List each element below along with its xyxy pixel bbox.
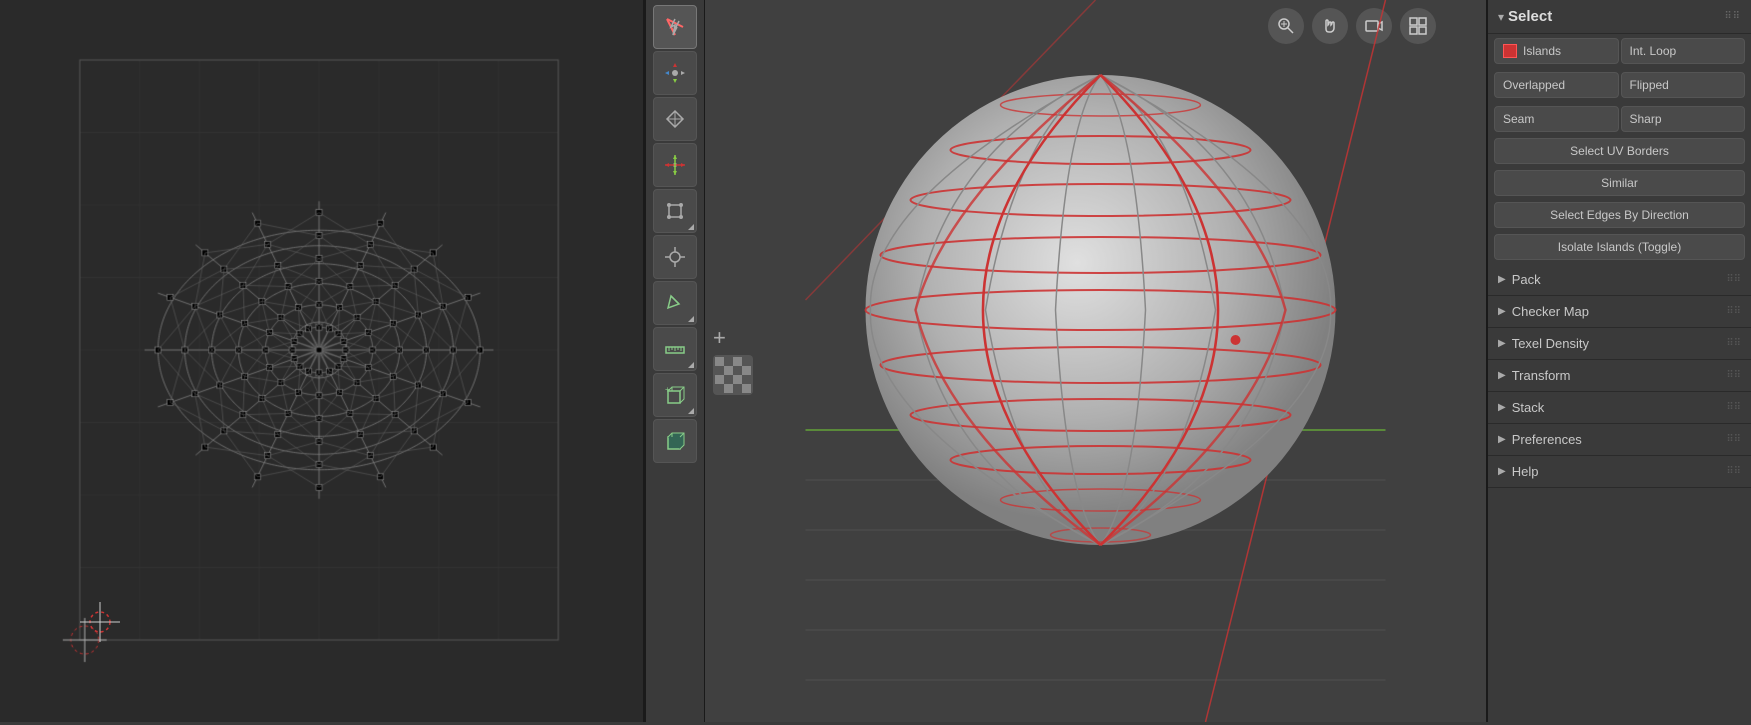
select-title: Select [1508,8,1724,25]
sharp-label: Sharp [1630,112,1662,126]
scale-tool[interactable] [653,143,697,187]
collapse-dots: ⠿⠿ [1726,306,1741,317]
add-button[interactable]: + [713,325,726,351]
uv-borders-container: Select UV Borders [1488,136,1751,168]
toolbar: + [645,0,705,722]
select-edges-direction-btn[interactable]: Select Edges By Direction [1494,202,1745,228]
collapse-chevron: ▶ [1498,402,1506,413]
overlapped-btn[interactable]: Overlapped [1494,72,1619,98]
select-chevron: ▾ [1498,10,1504,24]
select-row-2: Overlapped Flipped [1488,68,1751,102]
collapse-title-texel-density-section: Texel Density [1512,336,1721,351]
move-tool[interactable] [653,51,697,95]
collapse-chevron: ▶ [1498,466,1506,477]
collapse-dots: ⠿⠿ [1726,274,1741,285]
collapse-chevron: ▶ [1498,338,1506,349]
viewport-3d[interactable]: + [705,0,1486,722]
islands-icon [1503,44,1517,58]
seam-label: Seam [1503,112,1534,126]
cursor-tool[interactable] [653,5,697,49]
collapse-chevron: ▶ [1498,370,1506,381]
collapse-dots: ⠿⠿ [1726,338,1741,349]
select-dots: ⠿⠿ [1724,11,1741,22]
select-uv-borders-btn[interactable]: Select UV Borders [1494,138,1745,164]
ruler-tool[interactable] [653,327,697,371]
flipped-btn[interactable]: Flipped [1621,72,1746,98]
texel-density-section[interactable]: ▶ Texel Density ⠿⠿ [1488,328,1751,360]
islands-label: Islands [1523,44,1561,58]
similar-btn[interactable]: Similar [1494,170,1745,196]
collapse-title-transform-section: Transform [1512,368,1721,383]
svg-text:+: + [665,385,670,394]
collapse-title-stack-section: Stack [1512,400,1721,415]
annotate-tool[interactable] [653,281,697,325]
help-section[interactable]: ▶ Help ⠿⠿ [1488,456,1751,488]
stack-section[interactable]: ▶ Stack ⠿⠿ [1488,392,1751,424]
flipped-label: Flipped [1630,78,1669,92]
similar-container: Similar [1488,168,1751,200]
right-panel: ▾ Select ⠿⠿ Islands Int. Loop Overlapped… [1486,0,1751,722]
crosshair [80,602,120,642]
edges-direction-container: Select Edges By Direction [1488,200,1751,232]
collapse-chevron: ▶ [1498,434,1506,445]
select-section-header[interactable]: ▾ Select ⠿⠿ [1488,0,1751,34]
collapse-dots: ⠿⠿ [1726,466,1741,477]
transform-section[interactable]: ▶ Transform ⠿⠿ [1488,360,1751,392]
sphere-3d [705,0,1486,722]
collapse-dots: ⠿⠿ [1726,370,1741,381]
collapse-title-preferences-section: Preferences [1512,432,1721,447]
isolate-islands-container: Isolate Islands (Toggle) [1488,232,1751,264]
collapse-dots: ⠿⠿ [1726,402,1741,413]
pack-section[interactable]: ▶ Pack ⠿⠿ [1488,264,1751,296]
collapse-title-checker-map-section: Checker Map [1512,304,1721,319]
rotate-tool[interactable] [653,97,697,141]
transform-tool[interactable] [653,189,697,233]
collapse-title-help-section: Help [1512,464,1721,479]
int-loop-label: Int. Loop [1630,44,1677,58]
uv-editor-panel [0,0,645,722]
collapse-chevron: ▶ [1498,274,1506,285]
preferences-section[interactable]: ▶ Preferences ⠿⠿ [1488,424,1751,456]
cube-solid-tool[interactable] [653,419,697,463]
overlapped-label: Overlapped [1503,78,1565,92]
isolate-islands-btn[interactable]: Isolate Islands (Toggle) [1494,234,1745,260]
collapse-chevron: ▶ [1498,306,1506,317]
collapse-dots: ⠿⠿ [1726,434,1741,445]
collapse-title-pack-section: Pack [1512,272,1721,287]
int-loop-btn[interactable]: Int. Loop [1621,38,1746,64]
add-cube-tool[interactable]: + [653,373,697,417]
select-row-3: Seam Sharp [1488,102,1751,136]
sharp-btn[interactable]: Sharp [1621,106,1746,132]
islands-btn[interactable]: Islands [1494,38,1619,64]
checker-map-section[interactable]: ▶ Checker Map ⠿⠿ [1488,296,1751,328]
seam-btn[interactable]: Seam [1494,106,1619,132]
collapse-sections: ▶ Pack ⠿⠿ ▶ Checker Map ⠿⠿ ▶ Texel Densi… [1488,264,1751,488]
select-row-1: Islands Int. Loop [1488,34,1751,68]
cursor2-tool[interactable] [653,235,697,279]
